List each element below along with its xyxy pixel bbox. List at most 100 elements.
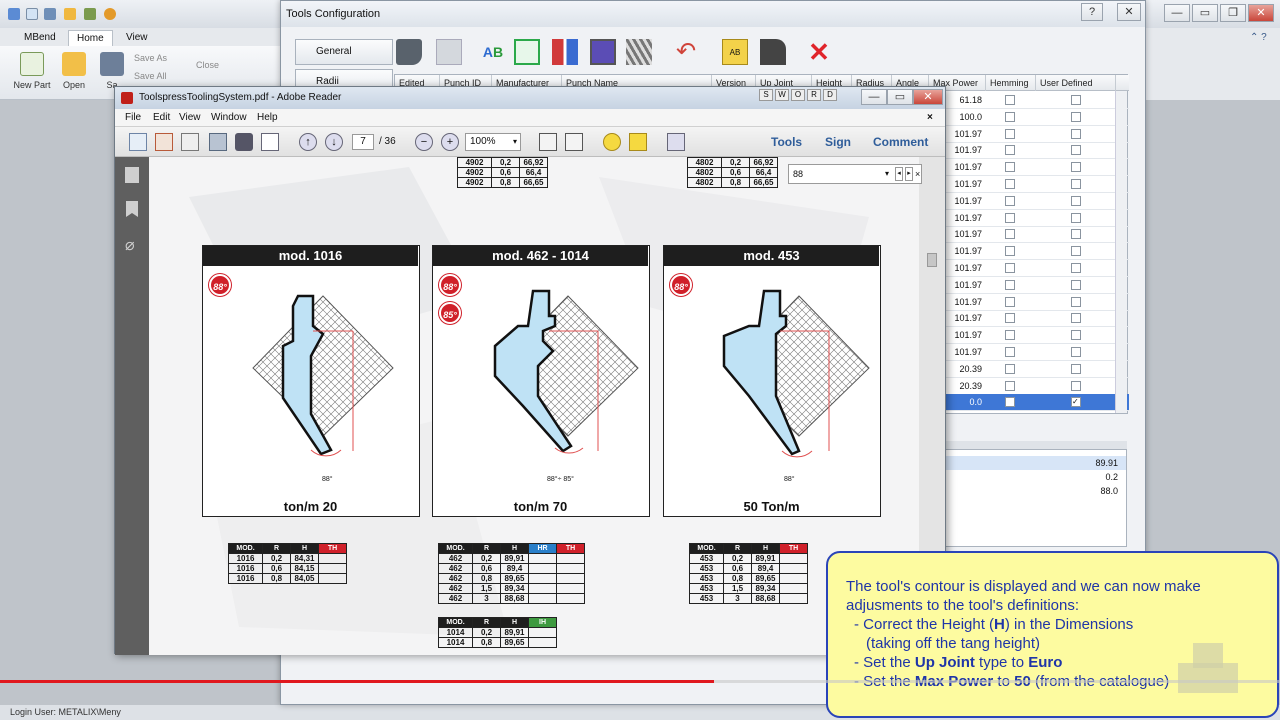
punch-icon[interactable]: [396, 39, 422, 65]
open-icon[interactable]: [64, 8, 76, 20]
minimize-button[interactable]: —: [1164, 4, 1190, 22]
zoom-out-icon[interactable]: −: [415, 133, 433, 151]
help-chevron-icon[interactable]: ⌃ ?: [1250, 32, 1267, 43]
side-tab-general[interactable]: General: [295, 39, 393, 65]
bookmark-icon[interactable]: [126, 201, 138, 217]
col-hemming[interactable]: Hemming: [986, 75, 1036, 91]
create-icon[interactable]: [129, 133, 147, 151]
help-button[interactable]: ?: [1081, 3, 1103, 21]
tab-mbend[interactable]: MBend: [16, 30, 64, 46]
user-defined-checkbox[interactable]: [1071, 128, 1081, 139]
find-dropdown-icon[interactable]: ▾: [885, 165, 889, 183]
scroll-thumb[interactable]: [927, 253, 937, 267]
user-defined-checkbox[interactable]: [1071, 380, 1081, 391]
hemming-checkbox[interactable]: [1005, 330, 1015, 341]
new-part-button[interactable]: New Part: [12, 52, 52, 90]
dimension-h[interactable]: 89.91: [942, 456, 1126, 470]
user-defined-checkbox[interactable]: [1071, 179, 1081, 189]
new-icon[interactable]: [26, 8, 38, 20]
save-pdf-icon[interactable]: [209, 133, 227, 151]
print-icon[interactable]: [235, 133, 253, 151]
email-icon[interactable]: [261, 133, 279, 151]
prev-page-icon[interactable]: ↑: [299, 133, 317, 151]
abcd-icon[interactable]: AB: [722, 39, 748, 65]
app-icon[interactable]: [8, 8, 20, 20]
hemming-checkbox[interactable]: [1005, 313, 1015, 324]
user-defined-checkbox[interactable]: [1071, 330, 1081, 341]
menu-view[interactable]: View: [179, 109, 201, 127]
hemming-checkbox[interactable]: [1005, 246, 1015, 257]
user-defined-checkbox[interactable]: [1071, 313, 1081, 324]
mirror-icon[interactable]: [552, 39, 578, 65]
hemming-checkbox[interactable]: [1005, 229, 1015, 240]
save-as-button[interactable]: Save As: [134, 53, 167, 63]
comment-icon[interactable]: [603, 133, 621, 151]
user-defined-checkbox[interactable]: ✓: [1071, 397, 1081, 408]
find-box[interactable]: 88 ▾ ◂ ▸ ×: [788, 164, 922, 184]
user-defined-checkbox[interactable]: [1071, 212, 1081, 223]
undo-arrow-icon[interactable]: ↶: [676, 39, 702, 65]
find-input[interactable]: 88: [793, 169, 803, 179]
hemming-checkbox[interactable]: [1005, 279, 1015, 290]
col-user-defined[interactable]: User Defined: [1036, 75, 1116, 91]
hemming-checkbox[interactable]: [1005, 397, 1015, 408]
die-icon[interactable]: [436, 39, 462, 65]
close-file-button[interactable]: Close: [196, 60, 219, 70]
next-page-icon[interactable]: ↓: [325, 133, 343, 151]
hemming-checkbox[interactable]: [1005, 145, 1015, 156]
zoom-select[interactable]: 100% ▾: [465, 133, 521, 151]
tab-view[interactable]: View: [118, 30, 156, 46]
comment-link[interactable]: Comment: [873, 135, 928, 149]
find-option-w[interactable]: W: [775, 89, 789, 101]
menu-window[interactable]: Window: [211, 109, 247, 127]
undo-icon[interactable]: [84, 8, 96, 20]
save-all-button[interactable]: Save All: [134, 71, 167, 81]
fit-page-icon[interactable]: [539, 133, 557, 151]
tab-home[interactable]: Home: [68, 30, 113, 46]
video-progress-remaining[interactable]: [714, 680, 1280, 683]
reader-maximize-button[interactable]: ▭: [887, 89, 913, 105]
combine-icon[interactable]: [155, 133, 173, 151]
hemming-checkbox[interactable]: [1005, 363, 1015, 374]
sign-link[interactable]: Sign: [825, 135, 851, 149]
reader-minimize-button[interactable]: —: [861, 89, 887, 105]
find-prev-icon[interactable]: ◂: [895, 167, 903, 181]
restore-button[interactable]: ❐: [1220, 4, 1246, 22]
reader-close-button[interactable]: ✕: [913, 89, 943, 105]
hemming-checkbox[interactable]: [1005, 162, 1015, 173]
hemming-checkbox[interactable]: [1005, 179, 1015, 189]
settings-icon[interactable]: [104, 8, 116, 20]
monitor-icon[interactable]: [590, 39, 616, 65]
hemming-checkbox[interactable]: [1005, 296, 1015, 307]
maximize-button[interactable]: ▭: [1192, 4, 1218, 22]
fit-width-icon[interactable]: [565, 133, 583, 151]
hemming-checkbox[interactable]: [1005, 195, 1015, 206]
save-button[interactable]: Sa: [92, 52, 132, 90]
hemming-checkbox[interactable]: [1005, 111, 1015, 122]
hemming-checkbox[interactable]: [1005, 128, 1015, 139]
close-dialog-button[interactable]: ✕: [1117, 3, 1141, 21]
user-defined-checkbox[interactable]: [1071, 246, 1081, 257]
page-number-input[interactable]: 7: [352, 134, 374, 150]
user-defined-checkbox[interactable]: [1071, 145, 1081, 156]
user-defined-checkbox[interactable]: [1071, 279, 1081, 290]
move-icon[interactable]: [514, 39, 540, 65]
find-option-s[interactable]: S: [759, 89, 773, 101]
hemming-checkbox[interactable]: [1005, 347, 1015, 357]
fullscreen-icon[interactable]: [667, 133, 685, 151]
rename-icon[interactable]: AB: [480, 39, 506, 65]
tools-link[interactable]: Tools: [771, 135, 802, 149]
dimension-th[interactable]: 88.0: [942, 484, 1126, 498]
shape-icon[interactable]: [760, 39, 786, 65]
user-defined-checkbox[interactable]: [1071, 95, 1081, 105]
user-defined-checkbox[interactable]: [1071, 162, 1081, 173]
menu-edit[interactable]: Edit: [153, 109, 170, 127]
dimension-r[interactable]: 0.2: [942, 470, 1126, 484]
user-defined-checkbox[interactable]: [1071, 347, 1081, 357]
video-progress-bar[interactable]: [0, 680, 715, 683]
user-defined-checkbox[interactable]: [1071, 363, 1081, 374]
user-defined-checkbox[interactable]: [1071, 296, 1081, 307]
find-close-icon[interactable]: ×: [915, 165, 920, 183]
edit-icon[interactable]: [181, 133, 199, 151]
user-defined-checkbox[interactable]: [1071, 263, 1081, 273]
